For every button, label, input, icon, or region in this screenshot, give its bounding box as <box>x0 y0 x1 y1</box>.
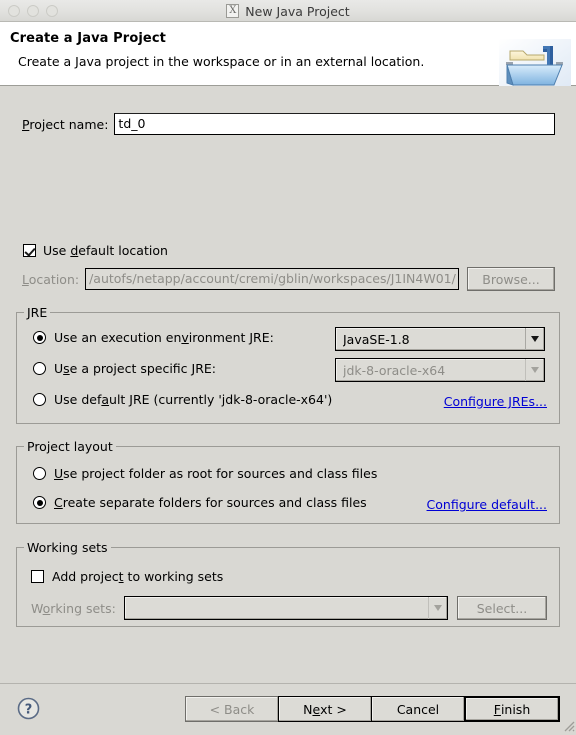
chevron-down-icon[interactable] <box>525 328 544 350</box>
window-title: New Java Project <box>245 3 350 19</box>
resize-grip[interactable] <box>561 718 575 732</box>
project-specific-jre-combo[interactable]: jdk-8-oracle-x64 <box>335 358 545 382</box>
minimize-button[interactable] <box>27 5 39 17</box>
window-title-group: X New Java Project <box>0 0 576 22</box>
project-name-row: Project name: td_0 <box>22 113 555 135</box>
jre-project-specific-label: Use a project specific JRE: <box>54 361 217 376</box>
cancel-button[interactable]: Cancel <box>371 696 465 722</box>
project-specific-jre-value: jdk-8-oracle-x64 <box>343 362 446 378</box>
location-row: Location: /autofs/netapp/account/cremi/g… <box>22 267 555 291</box>
jre-execution-env-label: Use an execution environment JRE: <box>54 330 274 345</box>
page-description: Create a Java project in the workspace o… <box>18 54 425 69</box>
project-layout-legend: Project layout <box>24 439 116 454</box>
working-sets-legend: Working sets <box>24 540 111 555</box>
svg-text:?: ? <box>25 703 33 718</box>
layout-separate-folders-label: Create separate folders for sources and … <box>54 495 367 510</box>
jre-group-legend: JRE <box>24 305 51 320</box>
use-default-location-row[interactable]: Use default location <box>23 243 168 258</box>
execution-env-combo[interactable]: JavaSE-1.8 <box>335 327 545 351</box>
help-question-icon[interactable]: ? <box>17 697 40 720</box>
chevron-down-icon[interactable] <box>525 359 544 381</box>
use-default-location-checkbox[interactable] <box>23 244 36 257</box>
select-working-sets-button[interactable]: Select... <box>457 596 547 620</box>
add-to-working-sets-row[interactable]: Add project to working sets <box>31 569 223 584</box>
back-button[interactable]: < Back <box>185 696 279 722</box>
dialog-body: Project name: td_0 Use default location … <box>0 86 576 683</box>
jre-option-execution-env-row[interactable]: Use an execution environment JRE: <box>33 330 274 345</box>
location-label: Location: <box>22 271 80 287</box>
close-button[interactable] <box>8 5 20 17</box>
project-name-input[interactable]: td_0 <box>114 113 555 135</box>
layout-project-folder-label: Use project folder as root for sources a… <box>54 466 378 481</box>
chevron-down-icon[interactable] <box>428 597 447 619</box>
layout-option-separate-folders-row[interactable]: Create separate folders for sources and … <box>33 495 367 510</box>
browse-button[interactable]: Browse... <box>467 267 555 291</box>
use-default-location-label: Use default location <box>43 243 168 258</box>
window-titlebar: X New Java Project <box>0 0 576 22</box>
project-name-label: Project name: <box>22 116 109 132</box>
window-controls[interactable] <box>8 0 58 22</box>
jre-group: JRE Use an execution environment JRE: Ja… <box>16 305 560 424</box>
add-to-working-sets-label: Add project to working sets <box>52 569 224 584</box>
finish-button[interactable]: Finish <box>464 696 560 722</box>
next-button[interactable]: Ne xt > <box>278 696 372 722</box>
working-sets-combo[interactable] <box>123 596 448 620</box>
layout-option-project-folder-row[interactable]: Use project folder as root for sources a… <box>33 466 377 481</box>
working-sets-field-label: Working sets: <box>31 600 116 616</box>
java-project-folder-icon <box>498 38 572 90</box>
jre-default-radio[interactable] <box>33 393 46 406</box>
dialog-footer: ? < Back Ne xt > Cancel Finish <box>0 683 576 733</box>
execution-env-value: JavaSE-1.8 <box>343 331 410 347</box>
jre-default-label: Use default JRE (currently 'jdk-8-oracle… <box>54 392 333 407</box>
configure-default-link[interactable]: Configure default... <box>427 497 547 512</box>
location-input[interactable]: /autofs/netapp/account/cremi/gblin/works… <box>85 268 459 290</box>
jre-option-project-specific-row[interactable]: Use a project specific JRE: <box>33 361 216 376</box>
page-title: Create a Java Project <box>10 31 166 46</box>
footer-button-bar: < Back Ne xt > Cancel Finish <box>185 696 560 722</box>
dialog-header: Create a Java Project Create a Java proj… <box>0 22 576 89</box>
configure-jres-link[interactable]: Configure JREs... <box>444 394 547 409</box>
layout-project-folder-radio[interactable] <box>33 467 46 480</box>
add-to-working-sets-checkbox[interactable] <box>31 570 44 583</box>
maximize-button[interactable] <box>46 5 58 17</box>
jre-option-default-row[interactable]: Use default JRE (currently 'jdk-8-oracle… <box>33 392 332 407</box>
jre-execution-env-radio[interactable] <box>33 331 46 344</box>
working-sets-field-row: Working sets: Select... <box>31 596 547 620</box>
project-layout-group: Project layout Use project folder as roo… <box>16 439 560 524</box>
layout-separate-folders-radio[interactable] <box>33 496 46 509</box>
working-sets-group: Working sets Add project to working sets… <box>16 540 560 627</box>
x-box-icon: X <box>226 4 240 18</box>
jre-project-specific-radio[interactable] <box>33 362 46 375</box>
